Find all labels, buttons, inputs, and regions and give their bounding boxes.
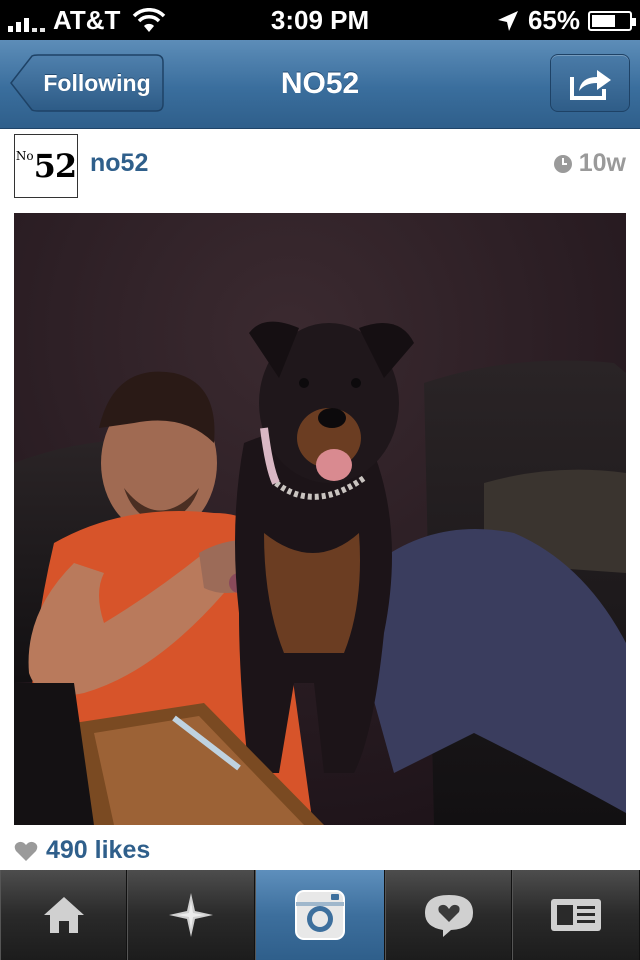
news-icon xyxy=(424,895,473,937)
avatar[interactable]: No 52 xyxy=(14,134,78,198)
avatar-logo-sup: No xyxy=(15,149,34,163)
home-icon xyxy=(43,897,84,933)
back-button-label: Following xyxy=(43,70,151,96)
username-link[interactable]: no52 xyxy=(90,149,148,178)
page-title: NO52 xyxy=(280,67,360,100)
post-photo[interactable] xyxy=(14,213,626,825)
post-header: No 52 no52 10w xyxy=(0,129,640,205)
explore-icon xyxy=(169,893,213,937)
back-button[interactable]: Following xyxy=(10,54,164,112)
photo-image xyxy=(14,213,626,825)
battery-fill xyxy=(592,14,615,27)
battery-percent: 65% xyxy=(527,5,580,35)
camera-icon xyxy=(295,890,345,940)
tab-camera[interactable] xyxy=(255,870,385,960)
post-timestamp: 10w xyxy=(553,149,626,178)
share-icon xyxy=(570,70,611,100)
likes-row[interactable]: 490 likes xyxy=(14,836,150,865)
avatar-logo-number: 52 xyxy=(33,147,78,185)
tab-explore[interactable] xyxy=(127,870,255,960)
battery-nub xyxy=(632,17,636,26)
status-right: 65% xyxy=(496,5,636,36)
tab-home[interactable] xyxy=(0,870,127,960)
share-button[interactable] xyxy=(550,54,630,112)
navigation-bar: Following NO52 xyxy=(0,40,640,129)
status-bar: AT&T 3:09 PM 65% xyxy=(0,0,640,40)
heart-icon xyxy=(14,841,38,861)
tab-profile[interactable] xyxy=(512,870,640,960)
location-arrow-icon xyxy=(497,10,518,31)
clock-icon xyxy=(553,154,572,173)
tab-news[interactable] xyxy=(385,870,512,960)
likes-count: 490 likes xyxy=(46,836,151,864)
profile-icon xyxy=(551,899,601,931)
battery-icon xyxy=(588,10,636,31)
time-ago-label: 10w xyxy=(578,149,626,177)
tab-bar xyxy=(0,870,640,960)
